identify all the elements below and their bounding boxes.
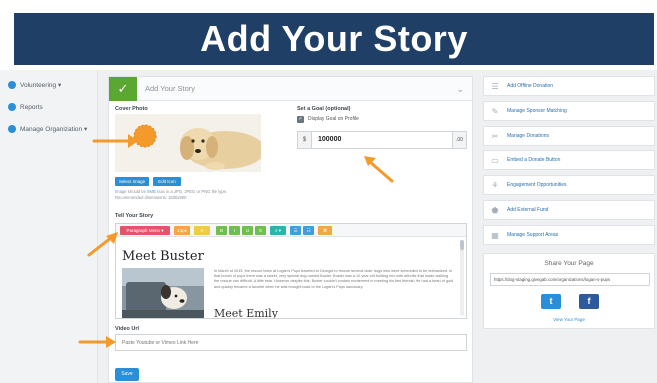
share-page-card: Share Your Page https://dog-staging.give… (483, 253, 655, 329)
goal-value: 100000 (318, 136, 342, 143)
banner: Add Your Story (0, 0, 657, 70)
screen-root: Add Your Story Volunteering ▾ Reports Ma… (0, 0, 657, 383)
right-item-label: Add External Fund (507, 207, 549, 213)
arrow-up-right-icon (87, 232, 118, 257)
sidebar-item-volunteering[interactable]: Volunteering ▾ (0, 74, 98, 96)
add-story-panel: ✓ Add Your Story ⌄ Cover Photo Select Im… (108, 76, 473, 383)
edit-image-button[interactable]: Edit Icon (153, 177, 181, 186)
video-url-input[interactable] (115, 334, 467, 351)
story-body: In March of 2015, the rescue team at Log… (214, 269, 454, 289)
goal-input[interactable]: $ 100000 .00 (297, 131, 467, 149)
editor-scrollbar[interactable] (460, 240, 464, 316)
underline-button[interactable]: U (242, 226, 253, 235)
dog-in-car-photo (122, 268, 204, 318)
banner-title: Add Your Story (14, 13, 654, 65)
share-title: Share Your Page (544, 260, 594, 267)
image-note: Image should be 5MB max in a JPG, JPEG o… (115, 189, 228, 194)
scissors-icon: ✂ (491, 131, 499, 141)
strike-button[interactable]: S (255, 226, 266, 235)
right-item-label: Embed a Donate Button (507, 157, 561, 163)
story-label: Tell Your Story (115, 213, 154, 219)
cover-photo-label: Cover Photo (115, 106, 148, 112)
twitter-share-button[interactable]: t (541, 294, 561, 309)
currency-prefix: $ (298, 132, 312, 148)
right-item-label: Manage Support Areas (507, 232, 559, 238)
right-item-label: Manage Sponsor Matching (507, 108, 567, 114)
italic-button[interactable]: I (229, 226, 240, 235)
cents-suffix: .00 (452, 132, 466, 148)
circle-icon (8, 125, 16, 133)
facebook-share-button[interactable]: f (579, 294, 599, 309)
right-item-label: Manage Donations (507, 133, 549, 139)
add-external-fund-link[interactable]: ⬟ Add External Fund (483, 200, 655, 220)
panel-header[interactable]: ✓ Add Your Story ⌄ (109, 77, 472, 101)
check-icon: ✓ (109, 77, 137, 101)
arrow-right-icon (78, 336, 116, 348)
editor-toolbar: Paragraph Menu ▾ 14px A B I U S ≡ ▾ ☰ ☷ … (116, 224, 466, 237)
bold-button[interactable]: B (216, 226, 227, 235)
sidebar-item-label: Manage Organization ▾ (20, 126, 88, 133)
people-icon: ⚘ (491, 180, 499, 190)
right-item-label: Engagement Opportunities (507, 182, 567, 188)
circle-icon (8, 103, 16, 111)
share-url-field[interactable]: https://dog-staging.givegab.com/organiza… (490, 273, 650, 286)
align-button[interactable]: ≡ ▾ (270, 226, 286, 235)
circle-icon (8, 81, 16, 89)
image-dimensions-note: Recommended dimensions: 1500x800 (115, 195, 187, 200)
view-your-page-link[interactable]: View Your Page (484, 317, 654, 322)
display-goal-checkbox[interactable]: ✓ (297, 116, 304, 123)
add-offline-donation-link[interactable]: ☰ Add Offline Donation (483, 76, 655, 96)
embed-donate-button-link[interactable]: ▭ Embed a Donate Button (483, 150, 655, 170)
goal-label: Set a Goal (optional) (297, 106, 351, 112)
font-color-button[interactable]: A (194, 226, 210, 235)
grid-icon: ▦ (491, 230, 499, 240)
font-size-button[interactable]: 14px (174, 226, 190, 235)
manage-sponsor-matching-link[interactable]: ✎ Manage Sponsor Matching (483, 101, 655, 121)
right-item-label: Add Offline Donation (507, 83, 554, 89)
sidebar-item-manage-organization[interactable]: Manage Organization ▾ (0, 118, 98, 140)
story-editor[interactable]: Paragraph Menu ▾ 14px A B I U S ≡ ▾ ☰ ☷ … (115, 223, 467, 319)
button-icon: ▭ (491, 155, 499, 165)
display-goal-label: Display Goal on Profile (308, 116, 359, 122)
pencil-icon: ✎ (491, 106, 499, 116)
arrow-up-left-icon (364, 156, 394, 183)
link-button[interactable]: ⌘ (318, 226, 332, 235)
sidebar-item-label: Reports (20, 103, 43, 111)
story-heading: Meet Buster (122, 249, 204, 264)
engagement-opportunities-link[interactable]: ⚘ Engagement Opportunities (483, 175, 655, 195)
story-subheading: Meet Emily (214, 307, 278, 319)
save-button[interactable]: Save (115, 368, 139, 381)
select-image-button[interactable]: Select Image (115, 177, 149, 186)
tag-icon: ⬟ (491, 205, 499, 215)
arrow-right-icon (92, 134, 138, 148)
numbered-list-button[interactable]: ☷ (303, 226, 314, 235)
scrollbar-thumb[interactable] (460, 240, 464, 250)
manage-donations-link[interactable]: ✂ Manage Donations (483, 126, 655, 146)
sidebar-item-reports[interactable]: Reports (0, 96, 98, 118)
sidebar-item-label: Volunteering ▾ (20, 82, 62, 89)
bullet-list-button[interactable]: ☰ (290, 226, 301, 235)
panel-title: Add Your Story (145, 84, 196, 93)
paragraph-menu-button[interactable]: Paragraph Menu ▾ (120, 226, 170, 235)
story-image (122, 268, 204, 318)
video-url-label: Video Url (115, 326, 140, 332)
chevron-down-icon[interactable]: ⌄ (456, 77, 464, 101)
list-icon: ☰ (491, 81, 499, 91)
manage-support-areas-link[interactable]: ▦ Manage Support Areas (483, 225, 655, 245)
